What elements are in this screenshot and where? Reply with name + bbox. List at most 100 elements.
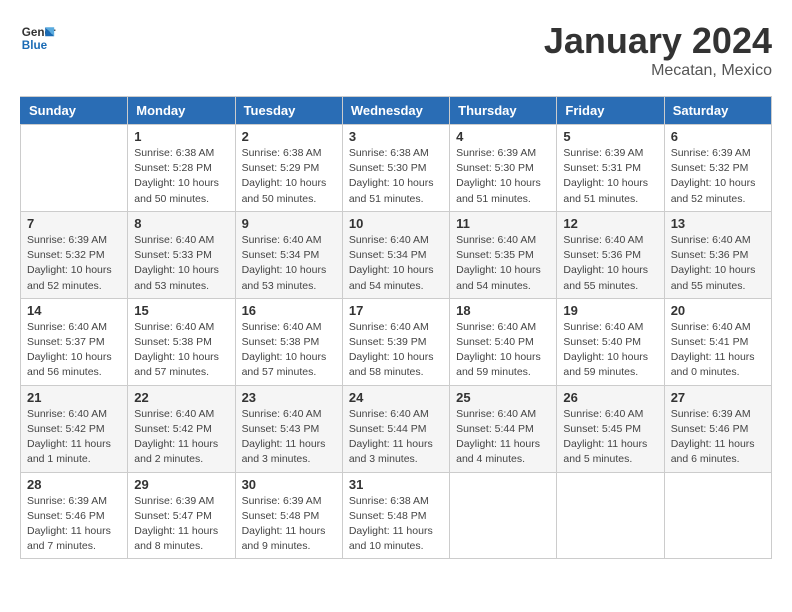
day-info: Sunrise: 6:38 AM Sunset: 5:28 PM Dayligh… [134,146,228,207]
weekday-header-thursday: Thursday [450,97,557,125]
calendar-cell: 2 Sunrise: 6:38 AM Sunset: 5:29 PM Daylig… [235,125,342,212]
day-info: Sunrise: 6:40 AM Sunset: 5:36 PM Dayligh… [671,233,765,294]
svg-text:Blue: Blue [22,39,48,52]
day-number: 22 [134,390,228,405]
day-number: 10 [349,216,443,231]
day-info: Sunrise: 6:40 AM Sunset: 5:36 PM Dayligh… [563,233,657,294]
day-number: 28 [27,477,121,492]
day-number: 20 [671,303,765,318]
day-info: Sunrise: 6:39 AM Sunset: 5:31 PM Dayligh… [563,146,657,207]
day-number: 3 [349,129,443,144]
calendar-cell: 11 Sunrise: 6:40 AM Sunset: 5:35 PM Dayli… [450,211,557,298]
calendar-cell: 18 Sunrise: 6:40 AM Sunset: 5:40 PM Dayli… [450,298,557,385]
day-number: 9 [242,216,336,231]
day-info: Sunrise: 6:40 AM Sunset: 5:41 PM Dayligh… [671,320,765,381]
calendar-cell: 17 Sunrise: 6:40 AM Sunset: 5:39 PM Dayli… [342,298,449,385]
day-info: Sunrise: 6:38 AM Sunset: 5:29 PM Dayligh… [242,146,336,207]
page-header: General Blue January 2024 Mecatan, Mexic… [20,20,772,80]
day-number: 15 [134,303,228,318]
calendar-cell: 12 Sunrise: 6:40 AM Sunset: 5:36 PM Dayli… [557,211,664,298]
month-title: January 2024 [544,20,772,62]
day-number: 29 [134,477,228,492]
calendar-header-row: SundayMondayTuesdayWednesdayThursdayFrid… [21,97,772,125]
calendar-cell: 20 Sunrise: 6:40 AM Sunset: 5:41 PM Dayli… [664,298,771,385]
calendar-cell: 25 Sunrise: 6:40 AM Sunset: 5:44 PM Dayli… [450,385,557,472]
day-info: Sunrise: 6:38 AM Sunset: 5:30 PM Dayligh… [349,146,443,207]
day-info: Sunrise: 6:40 AM Sunset: 5:33 PM Dayligh… [134,233,228,294]
calendar-cell: 9 Sunrise: 6:40 AM Sunset: 5:34 PM Daylig… [235,211,342,298]
calendar-cell: 15Sunrise: 6:40 AM Sunset: 5:38 PM Dayli… [128,298,235,385]
day-number: 4 [456,129,550,144]
day-info: Sunrise: 6:40 AM Sunset: 5:38 PM Dayligh… [242,320,336,381]
day-number: 1 [134,129,228,144]
day-number: 27 [671,390,765,405]
day-info: Sunrise: 6:39 AM Sunset: 5:48 PM Dayligh… [242,494,336,555]
weekday-header-saturday: Saturday [664,97,771,125]
day-info: Sunrise: 6:39 AM Sunset: 5:32 PM Dayligh… [27,233,121,294]
calendar-cell: 5 Sunrise: 6:39 AM Sunset: 5:31 PM Daylig… [557,125,664,212]
calendar-cell: 3 Sunrise: 6:38 AM Sunset: 5:30 PM Daylig… [342,125,449,212]
day-number: 23 [242,390,336,405]
day-number: 14 [27,303,121,318]
calendar-cell [664,472,771,559]
calendar-cell: 8 Sunrise: 6:40 AM Sunset: 5:33 PM Daylig… [128,211,235,298]
day-number: 8 [134,216,228,231]
day-number: 11 [456,216,550,231]
calendar-week-4: 21 Sunrise: 6:40 AM Sunset: 5:42 PM Dayli… [21,385,772,472]
calendar-cell: 6 Sunrise: 6:39 AM Sunset: 5:32 PM Daylig… [664,125,771,212]
day-number: 6 [671,129,765,144]
day-number: 30 [242,477,336,492]
day-info: Sunrise: 6:40 AM Sunset: 5:42 PM Dayligh… [27,407,121,468]
day-info: Sunrise: 6:40 AM Sunset: 5:35 PM Dayligh… [456,233,550,294]
calendar-week-3: 14 Sunrise: 6:40 AM Sunset: 5:37 PM Dayli… [21,298,772,385]
calendar-cell: 7 Sunrise: 6:39 AM Sunset: 5:32 PM Daylig… [21,211,128,298]
day-info: Sunrise: 6:40 AM Sunset: 5:39 PM Dayligh… [349,320,443,381]
day-info: Sunrise: 6:39 AM Sunset: 5:32 PM Dayligh… [671,146,765,207]
day-info: Sunrise: 6:39 AM Sunset: 5:46 PM Dayligh… [671,407,765,468]
day-info: Sunrise: 6:38 AM Sunset: 5:48 PM Dayligh… [349,494,443,555]
day-info: Sunrise: 6:40 AM Sunset: 5:37 PM Dayligh… [27,320,121,381]
calendar-cell: 30 Sunrise: 6:39 AM Sunset: 5:48 PM Dayli… [235,472,342,559]
weekday-header-monday: Monday [128,97,235,125]
calendar-week-1: 1 Sunrise: 6:38 AM Sunset: 5:28 PM Daylig… [21,125,772,212]
calendar-cell [450,472,557,559]
day-info: Sunrise: 6:40 AM Sunset: 5:40 PM Dayligh… [563,320,657,381]
day-number: 18 [456,303,550,318]
day-number: 17 [349,303,443,318]
weekday-header-wednesday: Wednesday [342,97,449,125]
calendar-cell [21,125,128,212]
calendar-cell: 27 Sunrise: 6:39 AM Sunset: 5:46 PM Dayli… [664,385,771,472]
calendar-cell: 14 Sunrise: 6:40 AM Sunset: 5:37 PM Dayli… [21,298,128,385]
calendar-cell: 29 Sunrise: 6:39 AM Sunset: 5:47 PM Dayli… [128,472,235,559]
day-number: 24 [349,390,443,405]
day-info: Sunrise: 6:39 AM Sunset: 5:47 PM Dayligh… [134,494,228,555]
day-info: Sunrise: 6:39 AM Sunset: 5:46 PM Dayligh… [27,494,121,555]
day-number: 16 [242,303,336,318]
calendar-cell: 10 Sunrise: 6:40 AM Sunset: 5:34 PM Dayli… [342,211,449,298]
calendar-cell: 26Sunrise: 6:40 AM Sunset: 5:45 PM Dayli… [557,385,664,472]
day-info: Sunrise: 6:40 AM Sunset: 5:45 PM Dayligh… [563,407,657,468]
day-info: Sunrise: 6:40 AM Sunset: 5:42 PM Dayligh… [134,407,228,468]
day-info: Sunrise: 6:40 AM Sunset: 5:34 PM Dayligh… [242,233,336,294]
day-info: Sunrise: 6:40 AM Sunset: 5:40 PM Dayligh… [456,320,550,381]
calendar-week-2: 7 Sunrise: 6:39 AM Sunset: 5:32 PM Daylig… [21,211,772,298]
calendar-week-5: 28 Sunrise: 6:39 AM Sunset: 5:46 PM Dayli… [21,472,772,559]
calendar-table: SundayMondayTuesdayWednesdayThursdayFrid… [20,96,772,559]
day-info: Sunrise: 6:40 AM Sunset: 5:44 PM Dayligh… [456,407,550,468]
calendar-cell: 16 Sunrise: 6:40 AM Sunset: 5:38 PM Dayli… [235,298,342,385]
day-number: 12 [563,216,657,231]
day-number: 25 [456,390,550,405]
day-number: 21 [27,390,121,405]
calendar-cell: 22 Sunrise: 6:40 AM Sunset: 5:42 PM Dayli… [128,385,235,472]
day-number: 5 [563,129,657,144]
day-info: Sunrise: 6:40 AM Sunset: 5:34 PM Dayligh… [349,233,443,294]
day-number: 7 [27,216,121,231]
calendar-cell: 28 Sunrise: 6:39 AM Sunset: 5:46 PM Dayli… [21,472,128,559]
calendar-cell: 21 Sunrise: 6:40 AM Sunset: 5:42 PM Dayli… [21,385,128,472]
weekday-header-friday: Friday [557,97,664,125]
calendar-cell: 24 Sunrise: 6:40 AM Sunset: 5:44 PM Dayli… [342,385,449,472]
weekday-header-tuesday: Tuesday [235,97,342,125]
weekday-header-sunday: Sunday [21,97,128,125]
day-number: 2 [242,129,336,144]
day-info: Sunrise: 6:40 AM Sunset: 5:44 PM Dayligh… [349,407,443,468]
